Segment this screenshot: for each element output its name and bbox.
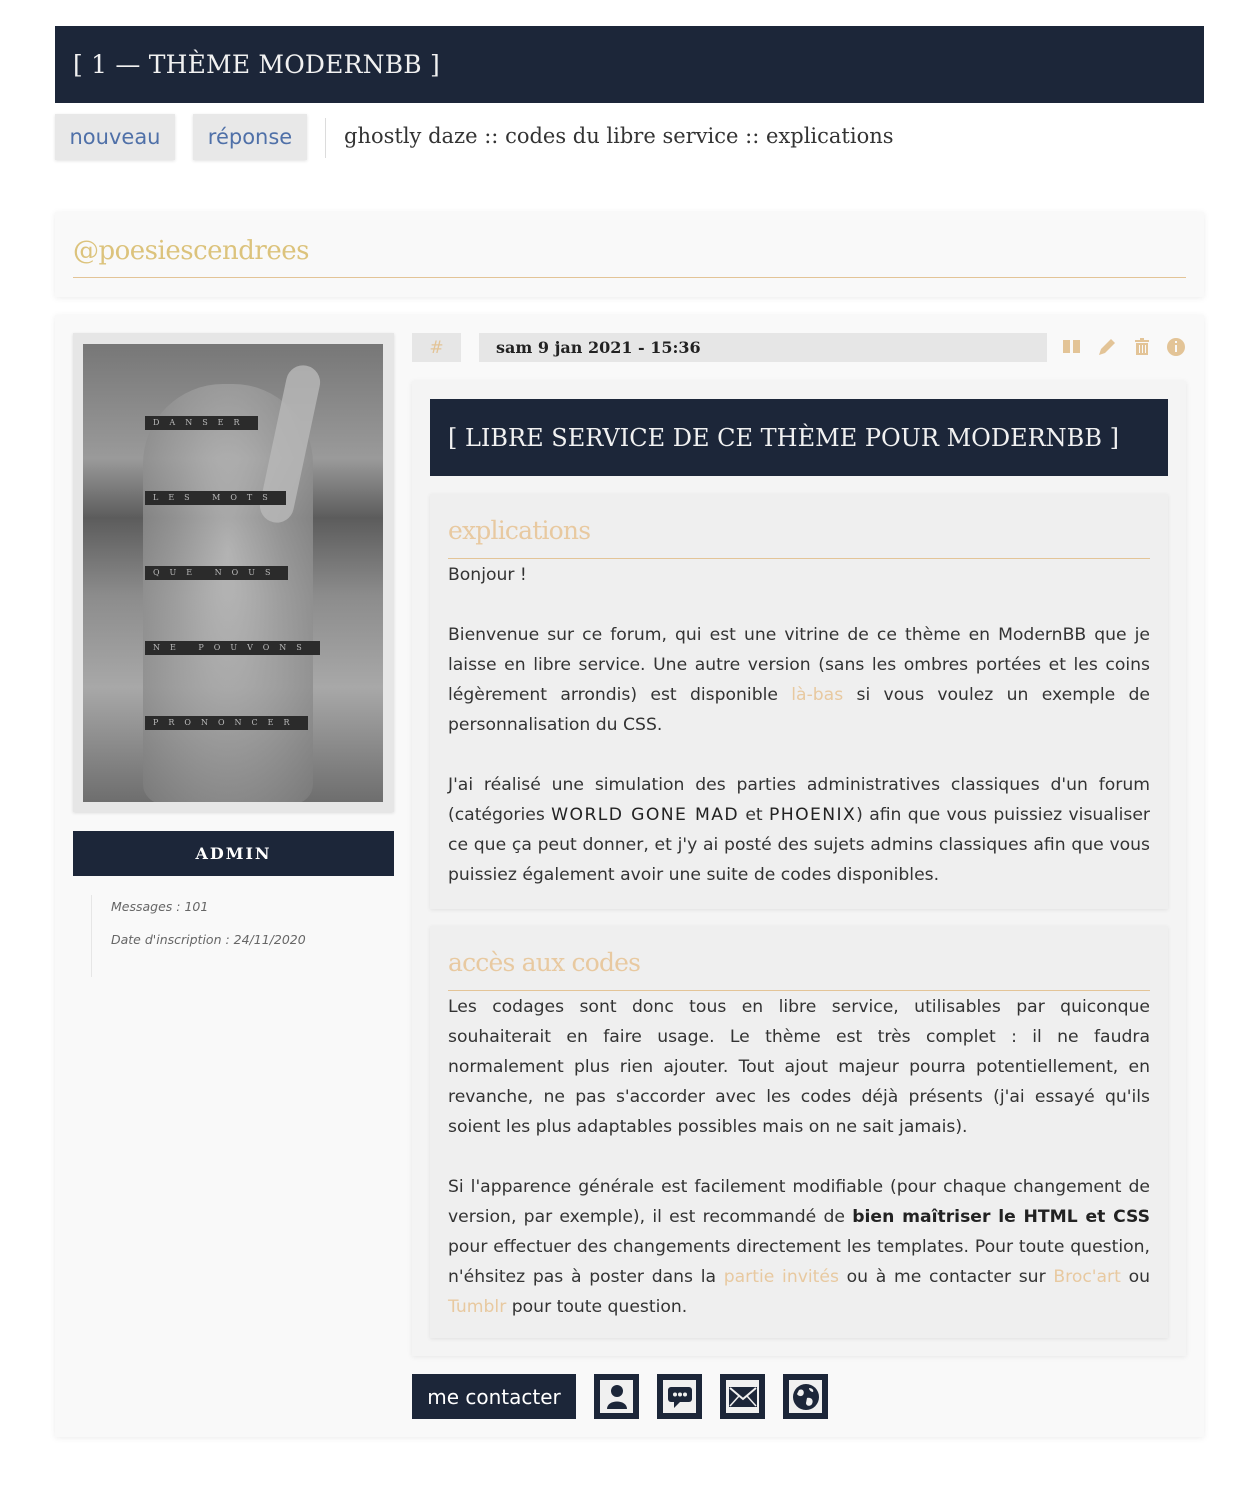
paragraph: Bienvenue sur ce forum, qui est une vitr… xyxy=(448,625,1150,735)
section-text: Bonjour ! Bienvenue sur ce forum, qui es… xyxy=(448,560,1150,890)
breadcrumb-item-forum[interactable]: ghostly daze xyxy=(344,124,478,148)
avatar-word: PRONONCER xyxy=(145,716,308,730)
author-name[interactable]: @poesiescendrees xyxy=(73,236,309,266)
avatar-word: NE POUVONS xyxy=(145,641,320,655)
paragraph: Bonjour ! xyxy=(448,565,527,585)
section-divider xyxy=(448,990,1150,991)
avatar-word: QUE NOUS xyxy=(145,566,289,580)
contact-button[interactable]: me contacter xyxy=(412,1374,576,1419)
link-tumblr[interactable]: Tumblr xyxy=(448,1297,506,1317)
breadcrumb-item-subforum[interactable]: explications xyxy=(766,124,894,148)
reply-button[interactable]: réponse xyxy=(193,114,307,160)
avatar: DANSER LES MOTS QUE NOUS NE POUVONS PRON… xyxy=(83,344,383,802)
section-title: accès aux codes xyxy=(448,948,641,977)
info-icon[interactable] xyxy=(1165,336,1187,358)
new-topic-button[interactable]: nouveau xyxy=(55,114,175,160)
paragraph: Les codages sont donc tous en libre serv… xyxy=(448,997,1150,1137)
section-explications: explications Bonjour ! Bienvenue sur ce … xyxy=(430,494,1168,909)
post-count: Messages : 101 xyxy=(111,899,209,914)
breadcrumb-separator: :: xyxy=(477,124,506,148)
author-divider xyxy=(73,277,1186,278)
post-card: DANSER LES MOTS QUE NOUS NE POUVONS PRON… xyxy=(55,315,1204,1437)
link-labas[interactable]: là-bas xyxy=(791,685,843,705)
link-brocart[interactable]: Broc'art xyxy=(1053,1267,1121,1287)
profile-info: Messages : 101 Date d'inscription : 24/1… xyxy=(91,895,306,977)
link-partie-invites[interactable]: partie invités xyxy=(724,1267,839,1287)
post-body: [ LIBRE SERVICE DE CE THÈME POUR MODERNB… xyxy=(412,381,1186,1356)
breadcrumb-divider xyxy=(325,118,326,158)
paragraph: J'ai réalisé une simulation des parties … xyxy=(448,775,1150,885)
profile-icon[interactable] xyxy=(594,1374,639,1419)
topic-title: [ 1 — THÈME MODERNBB ] xyxy=(55,26,1204,103)
post-permalink[interactable]: # xyxy=(412,333,461,362)
breadcrumb-item-category[interactable]: codes du libre service xyxy=(505,124,738,148)
user-role-badge: ADMIN xyxy=(73,831,394,876)
website-icon[interactable] xyxy=(783,1374,828,1419)
email-icon[interactable] xyxy=(720,1374,765,1419)
category-name: WORLD GONE MAD xyxy=(551,805,740,825)
avatar-frame: DANSER LES MOTS QUE NOUS NE POUVONS PRON… xyxy=(73,333,394,812)
category-name: PHOENIX xyxy=(768,805,857,825)
avatar-word: LES MOTS xyxy=(145,491,286,505)
breadcrumb-separator: :: xyxy=(738,124,766,148)
quote-icon[interactable] xyxy=(1061,336,1083,358)
post-date: sam 9 jan 2021 - 15:36 xyxy=(479,333,1047,362)
section-text: Les codages sont donc tous en libre serv… xyxy=(448,992,1150,1322)
section-acces-codes: accès aux codes Les codages sont donc to… xyxy=(430,926,1168,1338)
emphasis: bien maîtriser le HTML et CSS xyxy=(852,1207,1150,1227)
avatar-word: DANSER xyxy=(145,416,258,430)
delete-icon[interactable] xyxy=(1131,336,1153,358)
edit-icon[interactable] xyxy=(1096,336,1118,358)
author-header: @poesiescendrees xyxy=(55,212,1204,297)
private-message-icon[interactable] xyxy=(657,1374,702,1419)
breadcrumb: ghostly daze :: codes du libre service :… xyxy=(344,124,894,148)
post-title: [ LIBRE SERVICE DE CE THÈME POUR MODERNB… xyxy=(430,399,1168,476)
section-divider xyxy=(448,558,1150,559)
join-date: Date d'inscription : 24/11/2020 xyxy=(111,932,306,947)
paragraph: Si l'apparence générale est facilement m… xyxy=(448,1177,1150,1317)
section-title: explications xyxy=(448,516,591,545)
